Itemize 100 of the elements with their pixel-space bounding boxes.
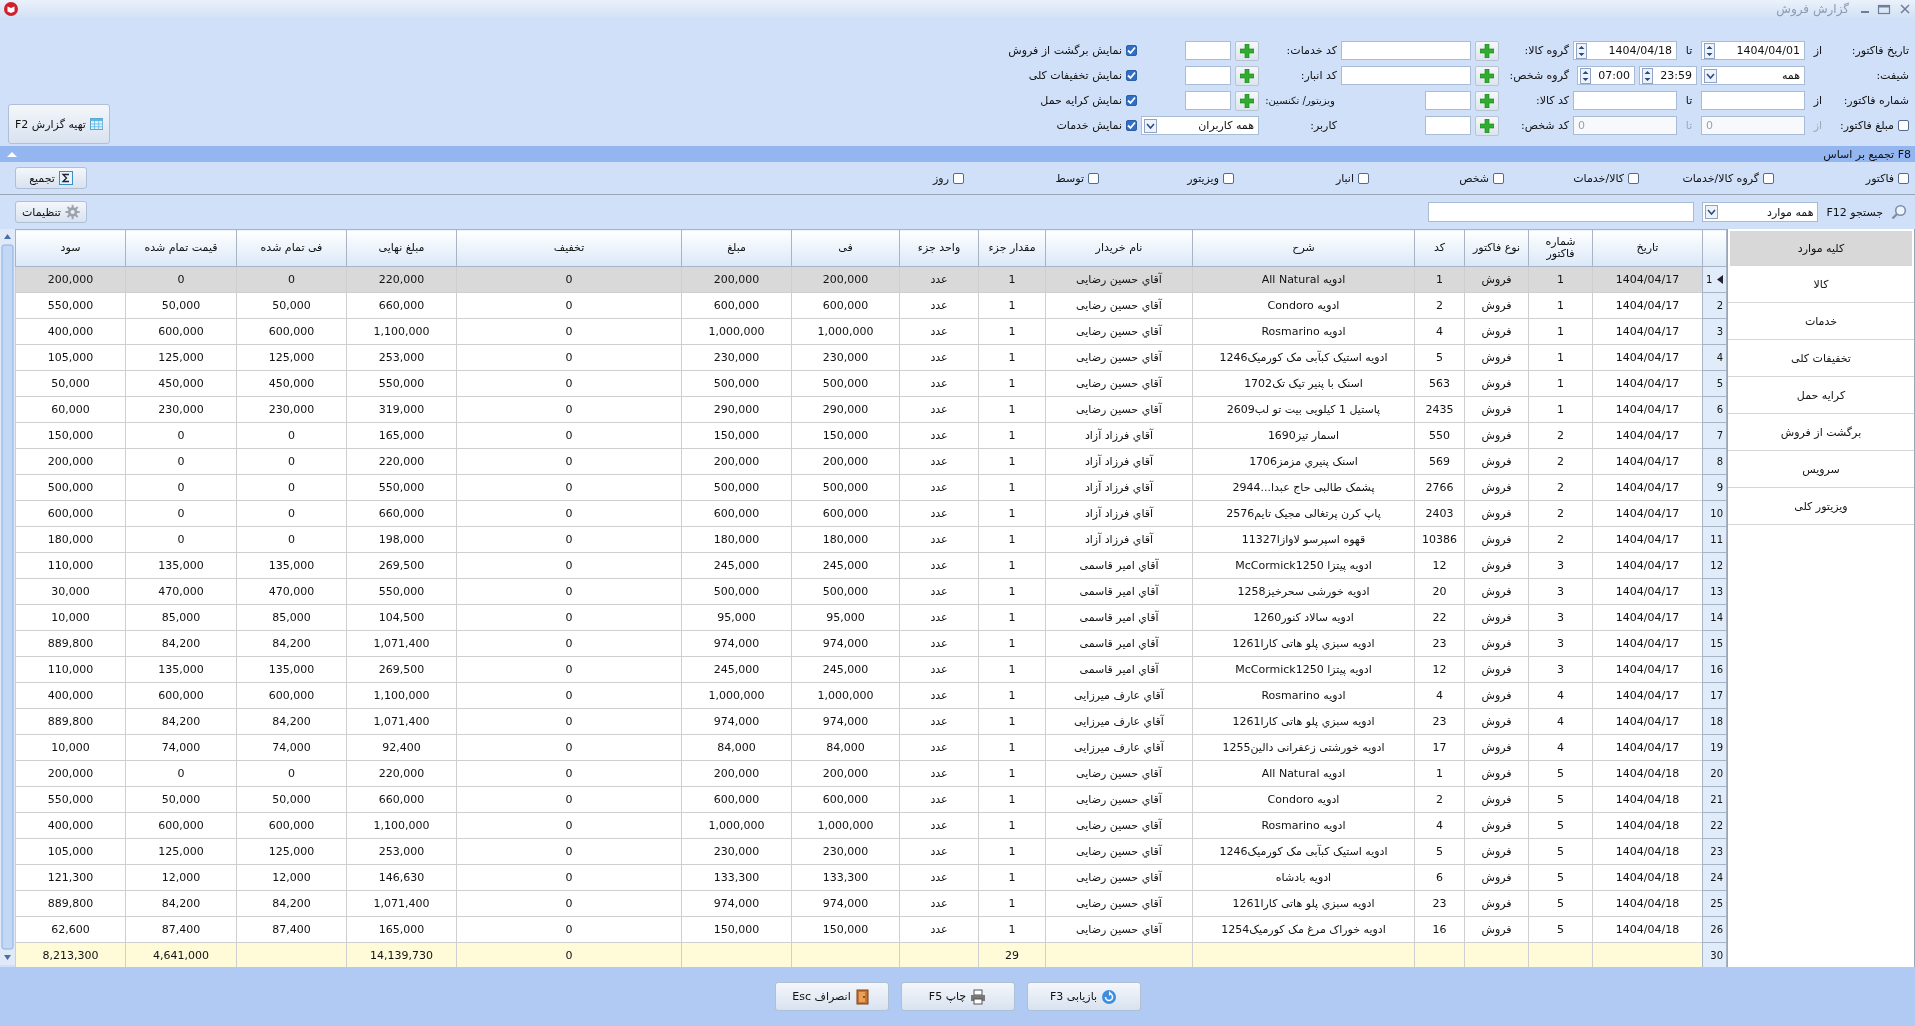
table-cell: 0 [125,500,237,527]
column-header[interactable]: شرح [1192,229,1415,267]
table-cell: 200,000 [681,760,792,787]
sidebar-item[interactable]: کرایه حمل [1728,377,1914,414]
text-field[interactable] [1573,91,1677,110]
text-field[interactable] [1341,66,1471,85]
sidebar-item[interactable]: ویزیتور کلی [1728,488,1914,525]
column-header[interactable]: سود [15,229,126,267]
table-cell: 135,000 [125,552,237,579]
table-cell: عدد [899,396,979,423]
table-cell: 1404/04/17 [1592,500,1703,527]
sidebar-item[interactable]: سرویس [1728,451,1914,488]
table-cell: 245,000 [791,656,900,683]
checkbox[interactable] [1628,172,1639,184]
add-button[interactable] [1475,90,1499,111]
table-cell: 0 [125,448,237,475]
checkbox[interactable] [1358,172,1369,184]
action-button[interactable]: انصراف Esc [774,982,889,1011]
checkbox[interactable] [1088,172,1099,184]
add-button[interactable] [1475,40,1499,61]
column-header[interactable]: نوع فاکتور [1464,229,1529,267]
column-header[interactable]: کد [1414,229,1465,267]
sidebar-item[interactable]: تخفیفات کلی [1728,340,1914,377]
table-cell: 450,000 [236,370,347,397]
settings-button[interactable]: تنظیمات [15,201,87,223]
sidebar-item[interactable]: برگشت از فروش [1728,414,1914,451]
table-cell: 84,200 [236,708,347,735]
sidebar-item[interactable]: خدمات [1728,303,1914,340]
checkbox-label: انبار [1335,171,1354,185]
checkbox[interactable] [1493,172,1504,184]
sidebar-item[interactable]: کالا [1728,266,1914,303]
dropdown-field[interactable]: همه کاربران [1141,116,1259,135]
table-cell: عدد [899,812,979,839]
column-header[interactable]: تخفیف [456,229,682,267]
table-cell: 0 [456,682,682,709]
table-cell: 1404/04/18 [1592,916,1703,943]
checkbox[interactable] [1126,45,1137,56]
add-button[interactable] [1475,65,1499,86]
dropdown-field[interactable]: همه [1701,66,1805,85]
checkbox[interactable] [1898,120,1909,131]
checkbox[interactable] [1126,120,1137,131]
column-header[interactable]: قیمت تمام شده [125,229,237,267]
time-field[interactable]: 23:59 [1639,66,1697,85]
search-field[interactable] [1428,202,1695,222]
column-header[interactable]: تاریخ [1592,229,1703,267]
table-cell: 5 [1528,838,1593,865]
text-field[interactable] [1185,41,1231,60]
column-header[interactable]: فی [791,229,900,267]
table-cell: فروش [1464,708,1529,735]
sum-button[interactable]: تجمیع [15,167,87,189]
date-field[interactable]: 1404/04/18 [1573,41,1677,60]
table-cell: قهوه اسپرسو لاوازا11327 [1192,526,1415,553]
column-header[interactable]: نام خریدار [1045,229,1193,267]
checkbox-label: ویزیتور [1187,171,1219,185]
dropdown-field[interactable]: همه موارد [1702,202,1819,222]
table-cell: 1404/04/17 [1592,318,1703,345]
row-number: 15 [1710,638,1723,649]
table-cell: 245,000 [791,552,900,579]
table-cell: 600,000 [125,682,237,709]
table-cell: 0 [236,760,347,787]
text-field[interactable] [1425,91,1471,110]
action-button[interactable]: بازیابی F3 [1026,982,1141,1011]
column-header[interactable]: مقدار جزء [978,229,1046,267]
add-button[interactable] [1235,65,1259,86]
column-header[interactable]: واحد جزء [899,229,979,267]
checkbox[interactable] [1223,172,1234,184]
column-header[interactable]: مبلغ [681,229,792,267]
add-button[interactable] [1235,90,1259,111]
table-cell: عدد [899,656,979,683]
checkbox[interactable] [1126,70,1137,81]
text-field[interactable] [1701,91,1805,110]
printer-icon [970,988,987,1005]
search-icon [1891,204,1907,220]
table-cell: فروش [1464,786,1529,813]
time-field[interactable]: 07:00 [1577,66,1635,85]
table-cell: آقاي حسین رضایی [1045,916,1193,943]
text-field[interactable] [1185,66,1231,85]
sidebar-item[interactable]: کلیه موارد [1730,231,1912,266]
action-button[interactable]: چاپ F5 [900,982,1015,1011]
table-cell: 1404/04/17 [1592,370,1703,397]
date-field[interactable]: 1404/04/01 [1701,41,1805,60]
text-field[interactable] [1425,116,1471,135]
text-field[interactable] [1185,91,1231,110]
column-header[interactable]: فی تمام شده [236,229,347,267]
table-cell: 2 [1528,448,1593,475]
checkbox[interactable] [1126,95,1137,106]
checkbox[interactable] [1763,172,1774,184]
checkbox[interactable] [953,172,964,184]
column-header[interactable]: مبلغ نهایی [346,229,457,267]
checkbox-label: توسط [1055,171,1084,185]
table-cell: 84,200 [236,890,347,917]
text-field[interactable] [1341,41,1471,60]
report-button[interactable]: تهیه گزارش F2 [8,104,110,144]
checkbox[interactable] [1898,172,1909,184]
add-button[interactable] [1235,40,1259,61]
table-cell: پاستیل 1 کیلویی بیت تو لب2609 [1192,396,1415,423]
column-header[interactable]: شماره فاکتور [1528,229,1593,267]
add-button[interactable] [1475,115,1499,136]
table-cell: 600,000 [791,786,900,813]
table-cell: 10386 [1414,526,1465,553]
